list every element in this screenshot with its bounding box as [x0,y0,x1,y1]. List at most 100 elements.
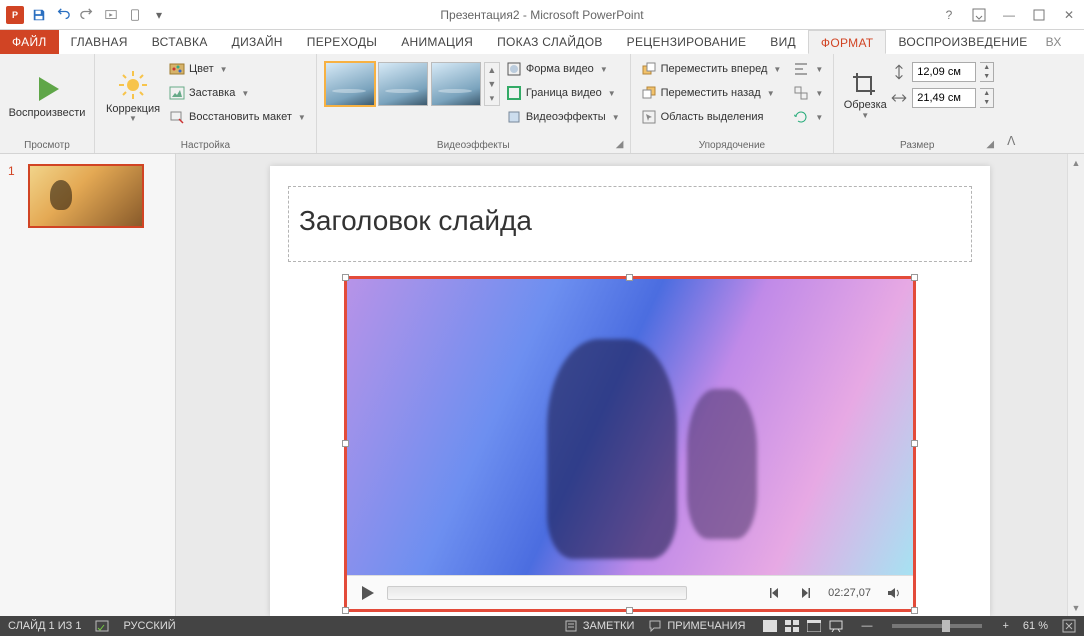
send-backward-button[interactable]: Переместить назад▼ [637,82,786,104]
tab-animations[interactable]: АНИМАЦИЯ [389,30,485,54]
comments-button[interactable]: ПРИМЕЧАНИЯ [648,619,745,633]
group-icon [793,85,809,101]
language-status[interactable]: РУССКИЙ [123,620,175,632]
tab-insert[interactable]: ВСТАВКА [140,30,220,54]
handle-bl[interactable] [342,607,349,614]
style-item-2[interactable] [378,62,428,106]
tab-slideshow[interactable]: ПОКАЗ СЛАЙДОВ [485,30,615,54]
tab-review[interactable]: РЕЦЕНЗИРОВАНИЕ [615,30,759,54]
handle-bm[interactable] [626,607,633,614]
video-progress-track[interactable] [387,586,687,600]
group-size: Обрезка ▼ 12,09 см ▲▼ 21,49 см ▲▼ Размер… [834,54,1000,153]
view-buttons [759,617,847,635]
poster-frame-button[interactable]: Заставка▼ [165,82,310,104]
tab-design[interactable]: ДИЗАЙН [220,30,295,54]
reset-design-button[interactable]: Восстановить макет▼ [165,106,310,128]
group-preview: Воспроизвести Просмотр [0,54,95,153]
app-icon[interactable]: P [4,4,26,26]
corrections-label: Коррекция [106,103,160,115]
corrections-button[interactable]: Коррекция ▼ [101,58,165,134]
slide-canvas-area[interactable]: Заголовок слайда 02:27,07 [176,154,1084,616]
slide-thumbnail-1[interactable] [28,164,144,228]
bring-forward-button[interactable]: Переместить вперед▼ [637,58,786,80]
close-button[interactable]: ✕ [1054,3,1084,27]
ribbon-tabs: ФАЙЛ ГЛАВНАЯ ВСТАВКА ДИЗАЙН ПЕРЕХОДЫ АНИ… [0,30,1084,54]
quick-access-toolbar: P ▾ [0,4,174,26]
normal-view-icon[interactable] [759,617,781,635]
video-play-button[interactable] [355,581,379,605]
slide-counter[interactable]: СЛАЙД 1 ИЗ 1 [8,620,81,632]
title-bar: P ▾ Презентация2 - Microsoft PowerPoint … [0,0,1084,30]
tab-home[interactable]: ГЛАВНАЯ [59,30,140,54]
gallery-more-icon[interactable]: ▾ [485,91,499,105]
handle-br[interactable] [911,607,918,614]
play-button[interactable]: Воспроизвести [6,58,88,134]
save-icon[interactable] [28,4,50,26]
video-volume-icon[interactable] [883,582,905,604]
fit-to-window-icon[interactable] [1062,619,1076,633]
workspace: 1 Заголовок слайда 02:27,07 [0,154,1084,616]
zoom-slider[interactable] [892,624,982,628]
redo-icon[interactable] [76,4,98,26]
start-from-beginning-icon[interactable] [100,4,122,26]
undo-icon[interactable] [52,4,74,26]
slideshow-view-icon[interactable] [825,617,847,635]
handle-tm[interactable] [626,274,633,281]
group-styles-label: Видеоэффекты◢ [323,138,624,151]
tab-view[interactable]: ВИД [758,30,808,54]
touch-mode-icon[interactable] [124,4,146,26]
tab-playback[interactable]: ВОСПРОИЗВЕДЕНИЕ [886,30,1039,54]
align-button[interactable]: ▼ [789,58,827,80]
gallery-down-icon[interactable]: ▼ [485,77,499,91]
ribbon-options-icon[interactable] [964,3,994,27]
color-button[interactable]: Цвет▼ [165,58,310,80]
dialog-launcher-icon[interactable]: ◢ [614,139,626,151]
height-spinner[interactable]: ▲▼ [980,62,994,82]
rotate-button[interactable]: ▼ [789,106,827,128]
handle-ml[interactable] [342,440,349,447]
minimize-button[interactable]: — [994,3,1024,27]
zoom-out-button[interactable]: — [861,620,872,632]
tab-overflow[interactable]: Вх [1040,30,1068,54]
video-effects-button[interactable]: Видеоэффекты▼ [502,106,624,128]
style-item-3[interactable] [431,62,481,106]
scroll-down-icon[interactable]: ▼ [1068,599,1084,616]
tab-transitions[interactable]: ПЕРЕХОДЫ [295,30,389,54]
handle-mr[interactable] [911,440,918,447]
video-shape-button[interactable]: Форма видео▼ [502,58,624,80]
qat-customize-icon[interactable]: ▾ [148,4,170,26]
video-step-forward-icon[interactable] [794,582,816,604]
sorter-view-icon[interactable] [781,617,803,635]
video-object[interactable]: 02:27,07 [344,276,916,612]
crop-button[interactable]: Обрезка ▼ [840,58,890,132]
selection-pane-button[interactable]: Область выделения [637,106,786,128]
shape-icon [506,61,522,77]
gallery-up-icon[interactable]: ▲ [485,63,499,77]
tab-format[interactable]: ФОРМАТ [808,30,887,54]
maximize-button[interactable] [1024,3,1054,27]
collapse-ribbon-icon[interactable]: ᐱ [1000,54,1022,154]
height-input[interactable]: 12,09 см [912,62,976,82]
video-border-button[interactable]: Граница видео▼ [502,82,624,104]
style-item-1[interactable] [325,62,375,106]
tab-file[interactable]: ФАЙЛ [0,30,59,54]
handle-tr[interactable] [911,274,918,281]
handle-tl[interactable] [342,274,349,281]
vertical-scrollbar[interactable]: ▲ ▼ [1067,154,1084,616]
width-input[interactable]: 21,49 см [912,88,976,108]
zoom-in-button[interactable]: + [1002,620,1008,632]
border-icon [506,85,522,101]
notes-button[interactable]: ЗАМЕТКИ [564,619,635,633]
width-spinner[interactable]: ▲▼ [980,88,994,108]
reading-view-icon[interactable] [803,617,825,635]
group-objects-button[interactable]: ▼ [789,82,827,104]
help-icon[interactable]: ? [934,3,964,27]
video-step-back-icon[interactable] [764,582,786,604]
spelling-status[interactable] [95,619,109,633]
scroll-up-icon[interactable]: ▲ [1068,154,1084,171]
zoom-level[interactable]: 61 % [1023,620,1048,632]
size-dialog-launcher-icon[interactable]: ◢ [984,139,996,151]
title-placeholder[interactable]: Заголовок слайда [288,186,972,262]
bring-forward-icon [641,61,657,77]
selection-pane-icon [641,109,657,125]
